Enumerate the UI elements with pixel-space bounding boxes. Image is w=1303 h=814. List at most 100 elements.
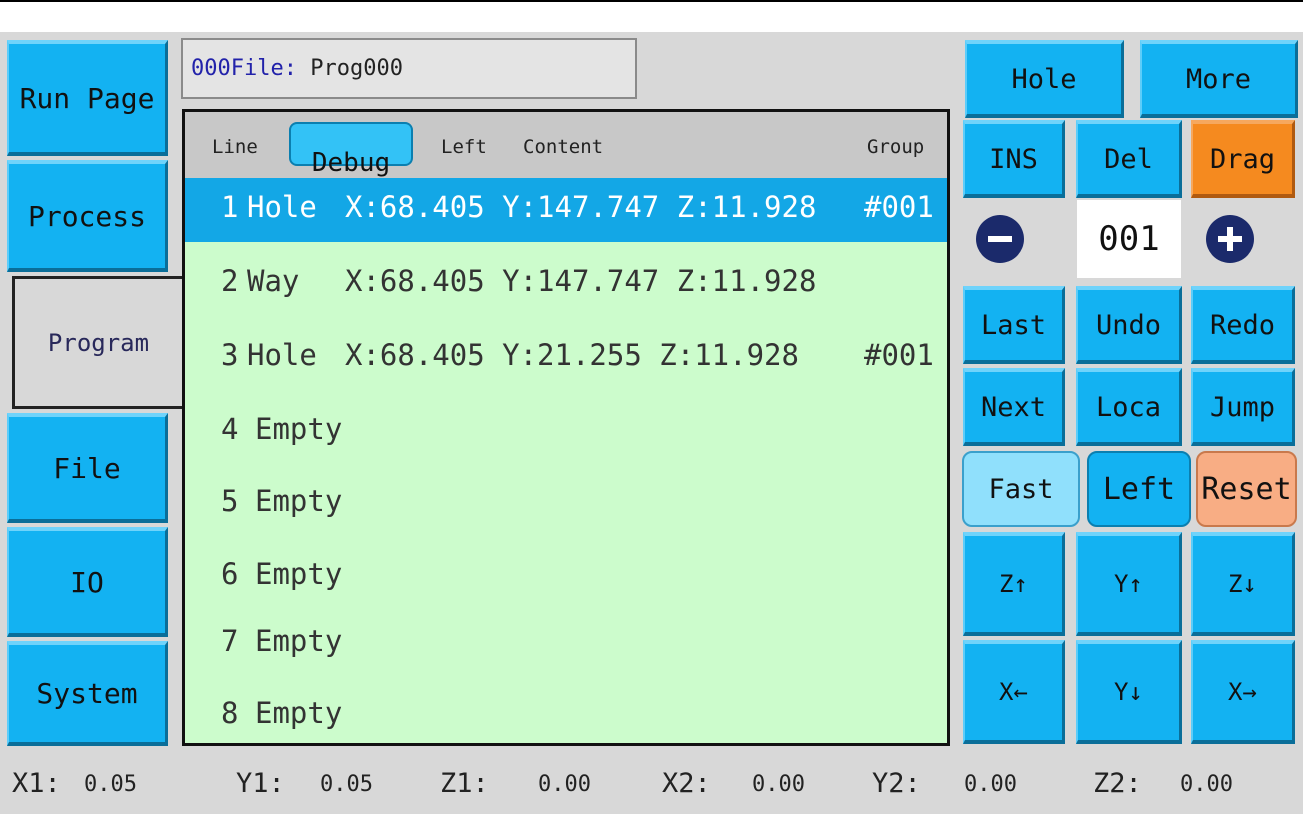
z-up-button-label: Z↑ [999, 570, 1028, 598]
y-down-button-label: Y↓ [1114, 678, 1143, 706]
plus-icon [1218, 227, 1242, 251]
nav-io-label: IO [70, 565, 104, 599]
program-row[interactable]: 4 Empty [185, 400, 947, 464]
z-down-button[interactable]: Z↓ [1191, 532, 1295, 636]
x2-value: 0.00 [752, 772, 805, 797]
row-type: Empty [255, 624, 343, 658]
decrement-button[interactable] [976, 215, 1024, 263]
z2-value: 0.00 [1180, 772, 1233, 797]
coordinate-status-bar: X1: 0.05 Y1: 0.05 Z1: 0.00 X2: 0.00 Y2: … [0, 750, 1303, 814]
debug-button-label: Debug [311, 148, 391, 178]
program-row[interactable]: 3 Hole X:68.405 Y:21.255 Z:11.928 #001 [185, 326, 947, 390]
row-type: Empty [255, 484, 343, 518]
ins-button-label: INS [989, 143, 1038, 175]
z-down-button-label: Z↓ [1228, 570, 1257, 598]
jump-button[interactable]: Jump [1191, 368, 1295, 446]
file-name: Prog000 [310, 56, 403, 81]
undo-button[interactable]: Undo [1076, 286, 1182, 364]
del-button[interactable]: Del [1076, 120, 1182, 198]
program-row[interactable]: 2 Way X:68.405 Y:147.747 Z:11.928 [185, 252, 947, 316]
program-row[interactable]: 1 Hole X:68.405 Y:147.747 Z:11.928 #001 [185, 178, 947, 242]
y1-value: 0.05 [320, 772, 373, 797]
hole-button-label: Hole [1011, 63, 1077, 95]
nav-file-label: File [53, 451, 121, 485]
nav-run-page[interactable]: Run Page [7, 40, 168, 156]
x1-value: 0.05 [84, 772, 137, 797]
nav-file[interactable]: File [7, 413, 168, 523]
row-coords: X:68.405 Y:147.747 Z:11.928 [345, 264, 817, 298]
program-list: Line Debug Left Content Group 1 Hole X:6… [182, 109, 950, 746]
y1-label: Y1: [236, 768, 285, 799]
x1-label: X1: [12, 768, 61, 799]
fast-button-label: Fast [988, 473, 1054, 505]
next-button-label: Next [980, 391, 1047, 423]
file-label: 000File: [191, 56, 297, 81]
x-right-button[interactable]: X→ [1191, 640, 1295, 744]
program-row[interactable]: 6 Empty [185, 545, 947, 609]
row-coords: X:68.405 Y:21.255 Z:11.928 [345, 338, 799, 372]
program-row[interactable]: 8 Empty [185, 684, 947, 743]
more-button-label: More [1185, 63, 1252, 95]
row-type: Empty [255, 412, 343, 446]
nav-process-label: Process [27, 199, 146, 233]
row-type: Hole [247, 338, 317, 372]
redo-button[interactable]: Redo [1191, 286, 1295, 364]
row-number: 2 [221, 264, 239, 298]
minus-icon [988, 236, 1012, 242]
row-number: 1 [221, 190, 239, 224]
del-button-label: Del [1104, 143, 1153, 175]
left-button-label: Left [1102, 471, 1176, 507]
counter-value-text: 001 [1098, 219, 1160, 259]
fast-button[interactable]: Fast [962, 451, 1080, 527]
program-list-header: Line Debug Left Content Group [185, 112, 947, 178]
nav-system-label: System [36, 677, 138, 710]
hole-button[interactable]: Hole [965, 40, 1124, 118]
row-type: Way [247, 264, 317, 298]
header-left: Left [441, 136, 487, 158]
program-row[interactable]: 5 Empty [185, 472, 947, 536]
row-number: 6 [221, 557, 239, 591]
y-up-button[interactable]: Y↑ [1076, 532, 1182, 636]
counter-value: 001 [1077, 200, 1181, 278]
last-button[interactable]: Last [963, 286, 1065, 364]
row-number: 7 [221, 624, 239, 658]
nav-io[interactable]: IO [7, 527, 168, 637]
z-up-button[interactable]: Z↑ [963, 532, 1065, 636]
row-number: 3 [221, 338, 239, 372]
row-type: Empty [255, 696, 343, 730]
ins-button[interactable]: INS [963, 120, 1065, 198]
loca-button-label: Loca [1095, 391, 1162, 423]
row-number: 5 [221, 484, 239, 518]
z1-label: Z1: [440, 768, 489, 799]
reset-button[interactable]: Reset [1196, 451, 1297, 527]
file-info: 000File: Prog000 [181, 38, 637, 99]
jump-button-label: Jump [1209, 391, 1276, 423]
left-button[interactable]: Left [1087, 451, 1191, 527]
increment-button[interactable] [1206, 215, 1254, 263]
drag-button-label: Drag [1209, 143, 1276, 175]
row-type: Hole [247, 190, 317, 224]
nav-process[interactable]: Process [7, 160, 168, 272]
more-button[interactable]: More [1140, 40, 1298, 118]
nav-system[interactable]: System [7, 641, 168, 746]
drag-button[interactable]: Drag [1191, 120, 1295, 198]
nav-run-page-label: Run Page [19, 81, 155, 115]
row-coords: X:68.405 Y:147.747 Z:11.928 [345, 190, 817, 224]
program-row[interactable]: 7 Empty [185, 612, 947, 676]
loca-button[interactable]: Loca [1076, 368, 1182, 446]
nav-program[interactable]: Program [12, 276, 182, 409]
row-group: #001 [864, 190, 934, 224]
z1-value: 0.00 [538, 772, 591, 797]
header-group: Group [867, 136, 925, 158]
reset-button-label: Reset [1201, 471, 1292, 507]
y-down-button[interactable]: Y↓ [1076, 640, 1182, 744]
undo-button-label: Undo [1095, 309, 1162, 341]
x-right-button-label: X→ [1228, 678, 1257, 706]
row-group: #001 [864, 338, 934, 372]
debug-button[interactable]: Debug [289, 122, 413, 178]
nav-program-label: Program [47, 328, 150, 357]
header-content: Content [523, 136, 604, 158]
next-button[interactable]: Next [963, 368, 1065, 446]
x-left-button[interactable]: X← [963, 640, 1065, 744]
row-type: Empty [255, 557, 343, 591]
